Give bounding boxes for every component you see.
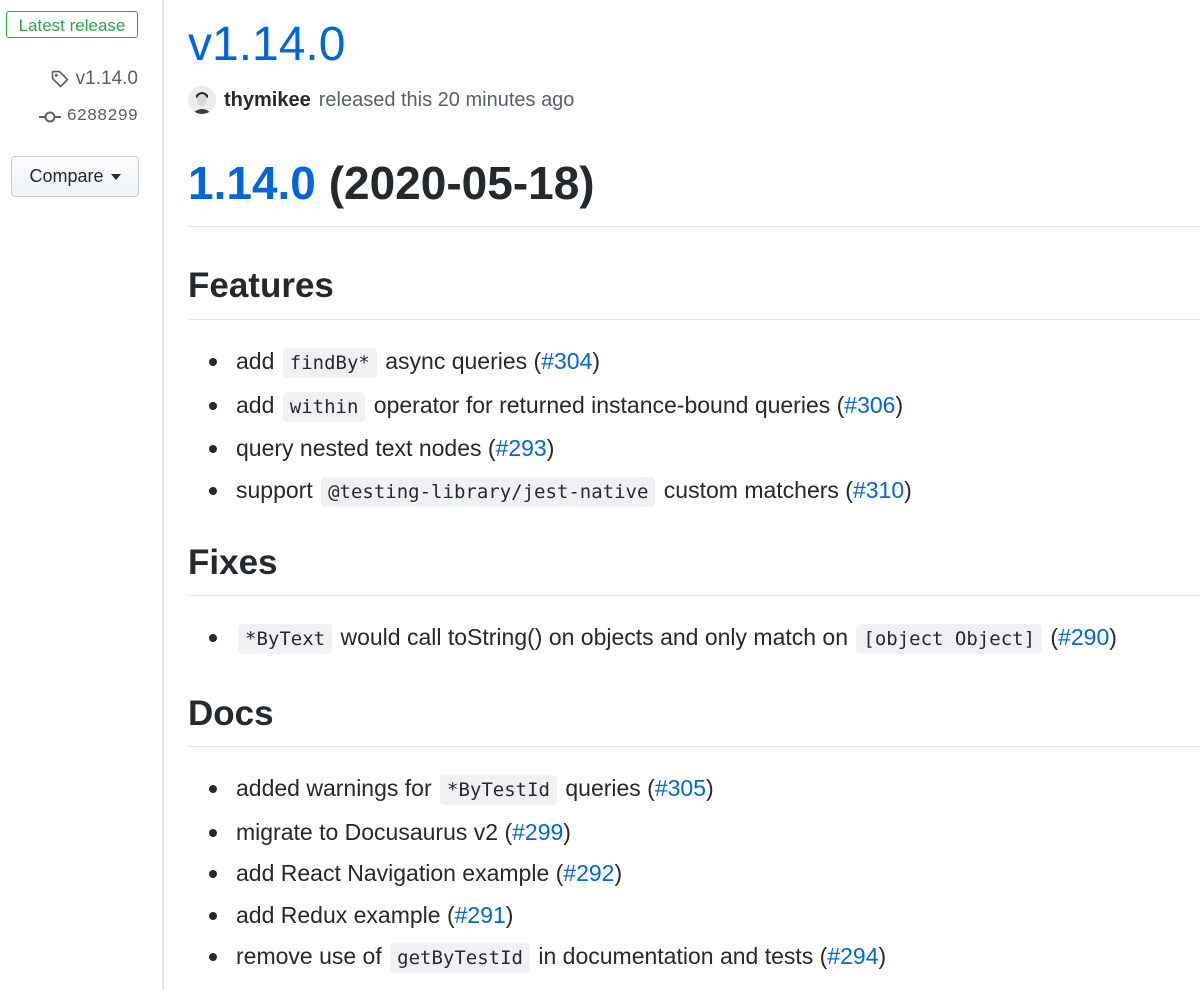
version-heading: 1.14.0 (2020-05-18) — [188, 152, 595, 214]
release-title[interactable]: v1.14.0 — [188, 16, 345, 74]
released-time: released this 20 minutes ago — [318, 88, 575, 111]
list-item: add findBy* async queries (#304) — [188, 341, 912, 385]
issue-link[interactable]: #299 — [512, 819, 563, 845]
tag-icon — [51, 70, 68, 88]
list-item: support @testing-library/jest-native cus… — [188, 470, 912, 514]
commit-link[interactable]: 6288299 — [38, 107, 138, 126]
sidebar-divider — [162, 0, 164, 990]
inline-code: *ByTestId — [440, 775, 557, 805]
issue-link[interactable]: #306 — [844, 392, 895, 418]
commit-sha: 6288299 — [66, 107, 138, 126]
list-item: query nested text nodes (#293) — [188, 428, 912, 470]
features-rule — [188, 319, 1200, 320]
issue-link[interactable]: #310 — [853, 477, 904, 503]
latest-release-badge: Latest release — [6, 11, 138, 38]
list-item: add Redux example (#291) — [188, 895, 886, 937]
tag-label: v1.14.0 — [75, 68, 138, 89]
inline-code: findBy* — [282, 348, 377, 378]
issue-link[interactable]: #290 — [1058, 624, 1109, 650]
list-item: remove use of getByTestId in documentati… — [188, 936, 886, 980]
heading-rule — [188, 226, 1200, 227]
avatar[interactable] — [188, 86, 216, 114]
release-title-link[interactable]: v1.14.0 — [188, 18, 345, 71]
issue-link[interactable]: #291 — [455, 902, 506, 928]
fixes-rule — [188, 595, 1200, 596]
features-heading: Features — [188, 266, 334, 305]
list-item: *ByText would call toString() on objects… — [188, 617, 1117, 661]
docs-heading: Docs — [188, 694, 274, 733]
features-list: add findBy* async queries (#304) add wit… — [188, 341, 912, 513]
list-item: add React Navigation example (#292) — [188, 853, 886, 895]
docs-rule — [188, 746, 1200, 747]
compare-label: Compare — [29, 166, 104, 186]
list-item: added warnings for *ByTestId queries (#3… — [188, 768, 886, 812]
fixes-list: *ByText would call toString() on objects… — [188, 617, 1117, 661]
issue-link[interactable]: #305 — [655, 775, 706, 801]
author-name[interactable]: thymikee — [224, 89, 311, 112]
issue-link[interactable]: #304 — [541, 348, 592, 374]
release-author-line: thymikee released this 20 minutes ago — [188, 86, 574, 114]
version-link[interactable]: 1.14.0 — [188, 157, 316, 209]
tag-link[interactable]: v1.14.0 — [50, 68, 138, 90]
inline-code: *ByText — [238, 624, 333, 654]
compare-button[interactable]: Compare — [11, 156, 139, 197]
docs-list: added warnings for *ByTestId queries (#3… — [188, 768, 886, 980]
list-item: add within operator for returned instanc… — [188, 385, 912, 429]
list-item: migrate to Docusaurus v2 (#299) — [188, 812, 886, 854]
issue-link[interactable]: #293 — [496, 435, 547, 461]
caret-down-icon — [110, 173, 121, 180]
inline-code: getByTestId — [390, 943, 530, 973]
inline-code: [object Object] — [856, 624, 1043, 654]
git-commit-icon — [38, 111, 61, 122]
issue-link[interactable]: #292 — [563, 860, 614, 886]
inline-code: @testing-library/jest-native — [321, 476, 656, 507]
inline-code: within — [282, 391, 366, 422]
fixes-heading: Fixes — [188, 543, 278, 582]
version-date: (2020-05-18) — [328, 157, 595, 209]
release-sidebar: Latest release v1.14.0 6288299 Compare — [0, 0, 162, 990]
issue-link[interactable]: #294 — [827, 943, 878, 969]
